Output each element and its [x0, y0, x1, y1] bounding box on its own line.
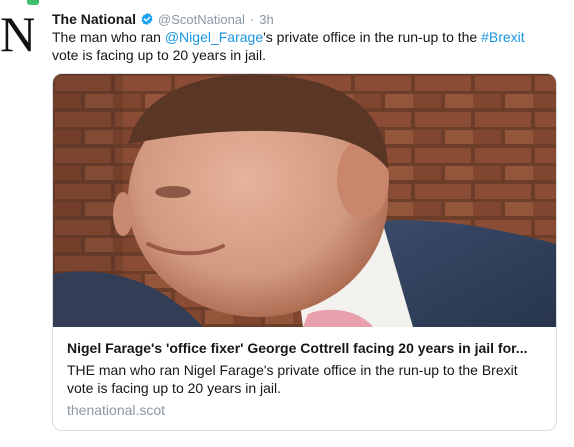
account-handle[interactable]: @ScotNational [158, 12, 245, 27]
tweet-header: The National @ScotNational · 3h [52, 10, 274, 28]
top-accent-bar [27, 0, 39, 5]
tweet-text-part: vote is facing up to 20 years in jail. [52, 47, 267, 63]
avatar-letter: N [0, 8, 34, 60]
verified-badge-icon [141, 12, 153, 26]
meta-separator: · [249, 11, 255, 27]
card-description: THE man who ran Nigel Farage's private o… [67, 362, 518, 396]
account-name[interactable]: The National [52, 11, 136, 27]
link-preview-card[interactable]: Nigel Farage's 'office fixer' George Cot… [52, 73, 557, 431]
card-domain[interactable]: thenational.scot [67, 402, 165, 418]
card-title[interactable]: Nigel Farage's 'office fixer' George Cot… [67, 339, 545, 357]
card-photo [53, 74, 556, 327]
tweet-text-part: 's private office in the run-up to the [263, 29, 482, 45]
tweet-timestamp[interactable]: 3h [259, 12, 273, 27]
avatar[interactable]: N [0, 8, 34, 60]
tweet-text: The man who ran @Nigel_Farage's private … [52, 28, 552, 64]
hashtag-link[interactable]: #Brexit [481, 29, 525, 45]
tweet-text-part: The man who ran [52, 29, 165, 45]
mention-link[interactable]: @Nigel_Farage [165, 29, 263, 45]
